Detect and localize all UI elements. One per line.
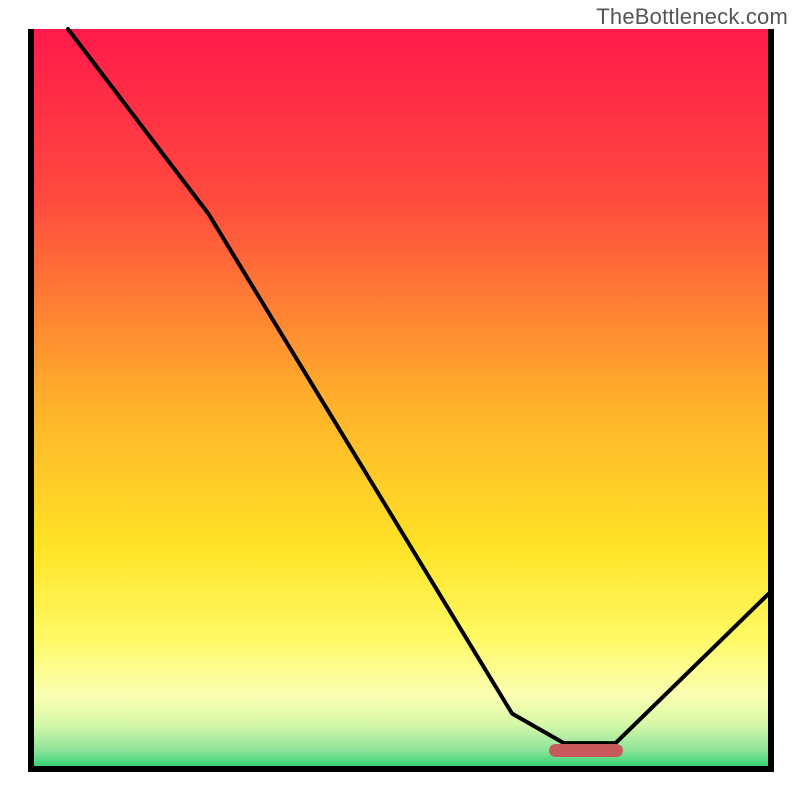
chart-container: { "attribution": "TheBottleneck.com", "c… [0, 0, 800, 800]
optimal-range-marker [549, 744, 623, 757]
plot-background [31, 29, 771, 769]
attribution-text: TheBottleneck.com [596, 4, 788, 30]
bottleneck-chart [0, 0, 800, 800]
